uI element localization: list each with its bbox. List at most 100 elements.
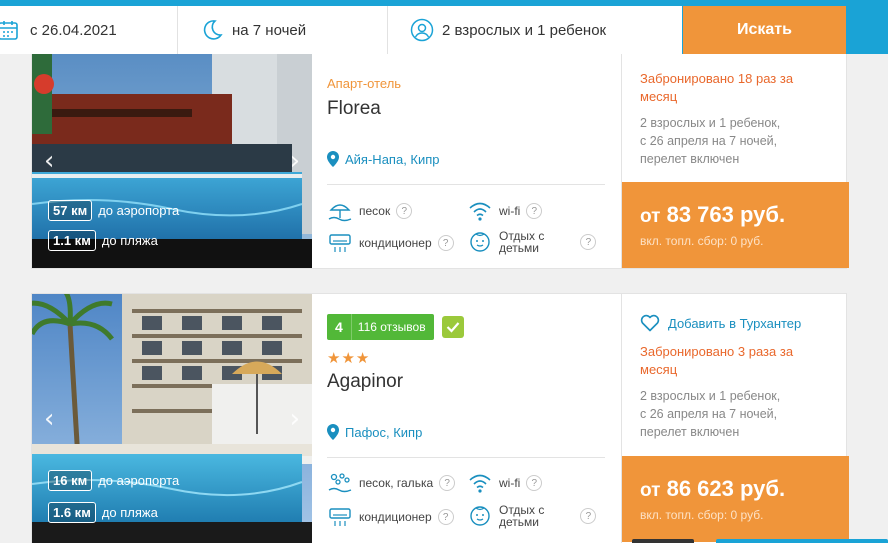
booking-side: Добавить в Турхантер Забронировано 3 раз… [621,294,849,543]
calendar-icon [0,18,20,42]
person-icon [410,18,434,42]
amenity-wifi: wi-fi ? [467,472,543,494]
beach-icon [327,200,353,222]
trip-details-line: перелет включен [640,425,740,439]
hotel-card-florea[interactable]: ‹ › 57 км до аэропорта 1.1 км до пляжа А… [31,54,849,269]
hotel-info: 4 116 отзывов ★★★ Agapinor Пафос, Кипр п… [327,294,605,543]
amenity-pebbles: песок, галька ? [327,472,456,494]
prev-photo-icon[interactable]: ‹ [44,406,54,432]
next-photo-icon[interactable]: › [290,406,300,432]
distance-value: 16 км [48,470,93,491]
amenity-label: песок [359,204,391,218]
reviews-count[interactable]: 116 отзывов [350,314,434,340]
trip-details-line: с 26 апреля на 7 ночей, [640,407,778,421]
baby-icon [467,505,493,527]
amenity-label-line2: детьми [499,515,539,529]
hotel-photo[interactable]: ‹ › 16 км до аэропорта 1.6 км до пляжа [32,294,312,543]
amenity-wifi: wi-fi ? [467,200,543,222]
search-bar: с 26.04.2021 на 7 ночей 2 взрослых и 1 р… [0,6,888,54]
pebbles-icon [327,472,353,494]
star-rating: ★★★ [327,349,371,367]
guests-value: 2 взрослых и 1 ребенок [442,21,607,39]
booked-count: Забронировано 3 раза за месяц [640,344,794,377]
hotel-name[interactable]: Agapinor [327,371,403,393]
wifi-icon [467,472,493,494]
hotel-location[interactable]: Пафос, Кипр [327,424,422,440]
amenity-ac: кондиционер ? [327,232,454,254]
heart-icon [640,314,660,332]
ac-icon [327,506,353,528]
amenity-beach: песок ? [327,200,413,222]
help-icon[interactable]: ? [437,509,454,525]
booking-side: Забронировано 18 раз за месяц 2 взрослых… [621,54,849,268]
trip-details: 2 взрослых и 1 ребенок, с 26 апреля на 7… [640,387,840,441]
prev-photo-icon[interactable]: ‹ [44,148,54,174]
distance-value: 57 км [48,200,93,221]
hotel-card-agapinor[interactable]: ‹ › 16 км до аэропорта 1.6 км до пляжа 4… [31,293,849,543]
price-box[interactable]: от 86 623 руб. вкл. топл. сбор: 0 руб. [622,456,849,542]
divider [327,457,605,458]
location-label: Айя-Напа, Кипр [345,151,440,167]
help-icon[interactable]: ? [396,203,413,219]
check-icon [441,316,464,338]
favorite-label: Добавить в Турхантер [668,315,802,331]
amenity-label-line2: детьми [499,241,539,255]
distance-airport: 16 км до аэропорта [48,470,179,491]
help-icon[interactable]: ? [580,234,597,250]
amenity-label: wi-fi [499,476,521,490]
amenity-label: Отдых с детьми [499,230,544,254]
date-field[interactable]: с 26.04.2021 [0,6,178,54]
next-photo-icon[interactable]: › [290,148,300,174]
bottom-button-blue[interactable] [716,539,888,543]
distance-beach: 1.1 км до пляжа [48,230,158,251]
hotel-photo[interactable]: ‹ › 57 км до аэропорта 1.1 км до пляжа [32,54,312,268]
amenity-label: Отдых с детьми [499,504,544,528]
location-label: Пафос, Кипр [345,424,423,440]
trip-details: 2 взрослых и 1 ребенок, с 26 апреля на 7… [640,114,840,168]
trip-details-line: 2 взрослых и 1 ребенок, [640,389,781,403]
price-value: 86 623 руб. [666,476,786,501]
rating-badge[interactable]: 4 116 отзывов [327,314,464,340]
price: от 83 763 руб. [640,202,785,228]
help-icon[interactable]: ? [526,475,543,491]
amenity-kids: Отдых с детьми ? [467,230,597,254]
booked-count: Забронировано 18 раз за месяц [640,71,794,104]
wifi-icon [467,200,493,222]
amenity-kids: Отдых с детьми ? [467,504,597,528]
help-icon[interactable]: ? [580,508,597,524]
fuel-fee: вкл. топл. сбор: 0 руб. [640,234,764,248]
distance-label: до пляжа [101,505,158,520]
price-value: 83 763 руб. [666,202,786,227]
moon-icon [200,18,224,42]
rating-score: 4 [327,314,351,340]
distance-beach: 1.6 км до пляжа [48,502,158,523]
price-box[interactable]: от 83 763 руб. вкл. топл. сбор: 0 руб. [622,182,849,268]
guests-field[interactable]: 2 взрослых и 1 ребенок [388,6,682,54]
hotel-location[interactable]: Айя-Напа, Кипр [327,151,440,167]
baby-icon [467,231,493,253]
amenity-label: wi-fi [499,204,521,218]
amenity-label: кондиционер [359,510,432,524]
hotel-info: Апарт-отель Florea Айя-Напа, Кипр песок … [327,54,605,268]
price-from: от [640,206,661,227]
help-icon[interactable]: ? [526,203,543,219]
location-pin-icon [327,151,339,167]
distance-label: до аэропорта [98,473,180,488]
trip-details-line: с 26 апреля на 7 ночей, [640,134,778,148]
distance-airport: 57 км до аэропорта [48,200,179,221]
trip-details-line: перелет включен [640,152,740,166]
search-button[interactable]: Искать [683,6,846,54]
trip-details-line: 2 взрослых и 1 ребенок, [640,116,781,130]
distance-value: 1.6 км [48,502,96,523]
help-icon[interactable]: ? [437,235,454,251]
fuel-fee: вкл. топл. сбор: 0 руб. [640,508,764,522]
distance-label: до пляжа [101,233,158,248]
nights-value: на 7 ночей [232,21,307,39]
amenity-label: песок, галька [359,476,434,490]
add-to-favorites-button[interactable]: Добавить в Турхантер [640,314,801,332]
bottom-button-dark[interactable] [632,539,694,543]
hotel-name[interactable]: Florea [327,98,381,120]
nights-field[interactable]: на 7 ночей [178,6,388,54]
hotel-type: Апарт-отель [327,76,402,91]
help-icon[interactable]: ? [439,475,456,491]
